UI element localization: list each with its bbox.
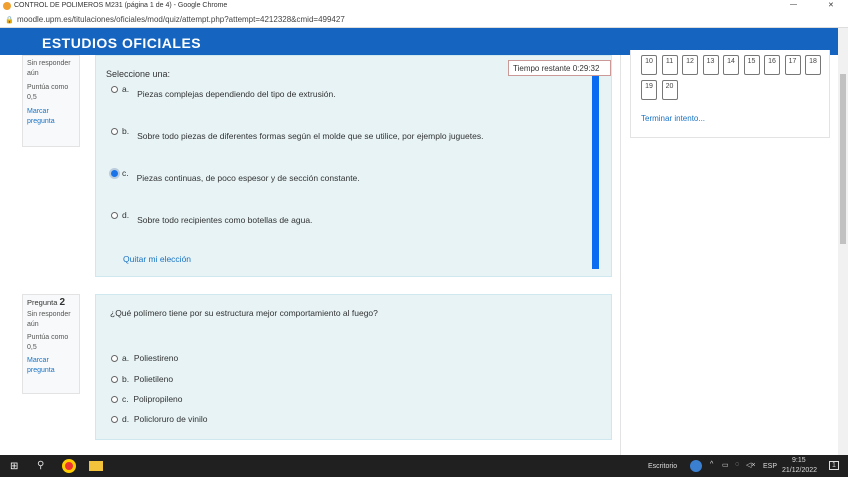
timer-bar (592, 69, 599, 269)
radio-icon[interactable] (111, 376, 118, 384)
network-icon[interactable]: ◌ (735, 461, 739, 468)
question2-info: Pregunta 2 Sin responder aún Puntúa como… (22, 294, 80, 394)
q2-option-a[interactable]: a. Poliestireno (111, 353, 178, 363)
question2-points: Puntúa como 0,5 (27, 334, 69, 351)
question2-prompt: ¿Qué polímero tiene por su estructura me… (110, 308, 378, 318)
address-bar[interactable]: 🔒 moodle.upm.es/titulaciones/oficiales/m… (0, 12, 848, 28)
url-text[interactable]: moodle.upm.es/titulaciones/oficiales/mod… (17, 15, 345, 24)
minimize-button[interactable]: — (790, 1, 797, 8)
radio-icon[interactable] (111, 396, 118, 404)
question-nav-button[interactable]: 13 (702, 55, 719, 75)
radio-icon[interactable] (111, 416, 118, 424)
search-icon[interactable]: ⚲ (37, 460, 44, 471)
option-c[interactable]: c. Piezas continuas, de poco espesor y de… (111, 168, 360, 183)
radio-icon[interactable] (111, 128, 118, 136)
question-nav-button[interactable]: 14 (723, 55, 739, 75)
question-nav-button[interactable]: 10 (641, 55, 657, 75)
option-b[interactable]: b. Sobre todo piezas de diferentes formas… (111, 126, 483, 141)
question-nav-button[interactable]: 18 (805, 55, 821, 75)
page-scrollbar[interactable] (838, 28, 848, 455)
lock-icon: 🔒 (5, 17, 14, 24)
window-title: CONTROL DE POLIMEROS M231 (página 1 de 4… (14, 2, 228, 9)
question1-status: Sin responder aún (27, 60, 71, 77)
question-nav-button[interactable]: 19 (641, 80, 657, 100)
q2-option-d[interactable]: d. Policloruro de vinilo (111, 414, 208, 424)
question2-status: Sin responder aún (27, 311, 71, 328)
radio-icon[interactable] (111, 86, 118, 94)
q2-option-c[interactable]: c. Polipropileno (111, 394, 183, 404)
volume-icon[interactable]: ◁× (746, 461, 755, 469)
question2-number: 2 (59, 297, 66, 308)
windows-start-icon[interactable]: ⊞ (10, 461, 18, 472)
question-nav-button[interactable]: 15 (743, 55, 760, 75)
question1-prompt: Seleccione una: (106, 69, 171, 79)
scrollbar-thumb[interactable] (840, 74, 846, 244)
question2-flag-link[interactable]: Marcar pregunta (27, 357, 55, 374)
desktop-label[interactable]: Escritorio (648, 463, 677, 470)
title-bar: CONTROL DE POLIMEROS M231 (página 1 de 4… (0, 0, 848, 12)
radio-selected-icon[interactable] (111, 170, 118, 178)
question-nav-button[interactable]: 11 (661, 55, 678, 75)
option-d[interactable]: d. Sobre todo recipientes como botellas d… (111, 210, 312, 225)
chevron-up-icon[interactable]: ^ (710, 461, 713, 468)
notifications-icon[interactable]: 1 (829, 461, 839, 470)
question1-box: Seleccione una: a. Piezas complejas depen… (95, 55, 612, 277)
option-a[interactable]: a. Piezas complejas dependiendo del tipo … (111, 84, 336, 99)
chrome-taskbar-icon[interactable] (62, 459, 76, 473)
question1-flag-link[interactable]: Marcar pregunta (27, 108, 55, 125)
language-indicator[interactable]: ESP (763, 463, 777, 470)
q2-option-b[interactable]: b. Polietileno (111, 374, 173, 384)
question1-info: Sin responder aún Puntúa como 0,5 Marcar… (22, 55, 80, 147)
clear-choice-link[interactable]: Quitar mi elección (123, 254, 191, 264)
finish-attempt-link[interactable]: Terminar intento... (641, 114, 705, 123)
chrome-icon (3, 2, 11, 10)
close-button[interactable]: ✕ (828, 1, 834, 9)
battery-icon: ▭ (722, 462, 729, 469)
question-nav-button[interactable]: 16 (764, 55, 780, 75)
question-nav-button[interactable]: 20 (661, 80, 678, 100)
quiz-navigation-panel: 10 11 12 13 14 15 16 17 18 19 20 Terminar intento.… (630, 50, 830, 138)
help-icon[interactable] (690, 460, 702, 472)
radio-icon[interactable] (111, 355, 118, 363)
question2-label: Pregunta (27, 298, 58, 307)
question-nav-button[interactable]: 17 (784, 55, 801, 75)
timer-box: Tiempo restante 0:29:32 (508, 60, 611, 76)
question-nav-button[interactable]: 12 (682, 55, 698, 75)
clock-time[interactable]: 9:15 (792, 457, 806, 464)
question2-box: ¿Qué polímero tiene por su estructura me… (95, 294, 612, 440)
question1-points: Puntúa como 0,5 (27, 84, 69, 101)
radio-icon[interactable] (111, 212, 118, 220)
clock-date[interactable]: 21/12/2022 (782, 467, 817, 474)
file-explorer-icon[interactable] (89, 461, 103, 471)
divider (620, 55, 621, 455)
taskbar: ⊞ ⚲ Escritorio ^ ▭ ◌ ◁× ESP 9:15 21/12/2… (0, 455, 848, 477)
